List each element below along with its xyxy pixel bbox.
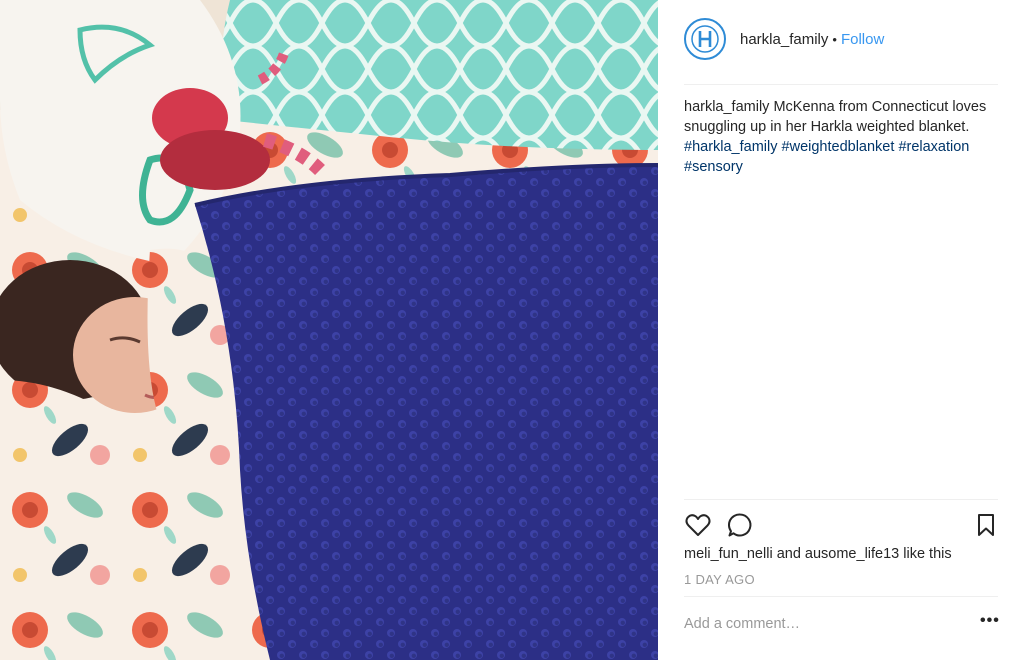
post-timestamp[interactable]: 1 DAY AGO <box>684 572 755 587</box>
post-caption: harkla_family McKenna from Connecticut l… <box>684 97 1006 177</box>
hashtag-link[interactable]: #weightedblanket <box>782 139 895 155</box>
hashtag-link[interactable]: #harkla_family <box>684 139 778 155</box>
action-bar <box>684 511 998 541</box>
hashtag-link[interactable]: #relaxation <box>898 139 969 155</box>
post-photo[interactable] <box>0 0 658 660</box>
likes-summary[interactable]: meli_fun_nelli and ausome_life13 like th… <box>684 546 952 562</box>
more-options-icon[interactable]: ••• <box>980 612 1000 630</box>
bookmark-icon[interactable] <box>972 511 1000 539</box>
username-link[interactable]: harkla_family <box>740 31 828 48</box>
photo-illustration <box>0 0 658 660</box>
separator-dot: • <box>832 31 837 47</box>
harkla-logo-icon <box>691 25 719 53</box>
avatar[interactable] <box>684 18 726 60</box>
comment-input[interactable]: Add a comment… <box>684 616 800 632</box>
heart-icon[interactable] <box>684 511 712 539</box>
post-header: harkla_family • Follow <box>684 18 884 60</box>
divider <box>684 596 998 597</box>
divider <box>684 499 998 500</box>
comment-icon[interactable] <box>726 511 754 539</box>
divider <box>684 84 998 85</box>
hashtag-link[interactable]: #sensory <box>684 159 743 175</box>
post-side-panel: harkla_family • Follow harkla_family McK… <box>658 0 1024 660</box>
caption-username[interactable]: harkla_family <box>684 99 769 115</box>
follow-button[interactable]: Follow <box>841 31 884 48</box>
